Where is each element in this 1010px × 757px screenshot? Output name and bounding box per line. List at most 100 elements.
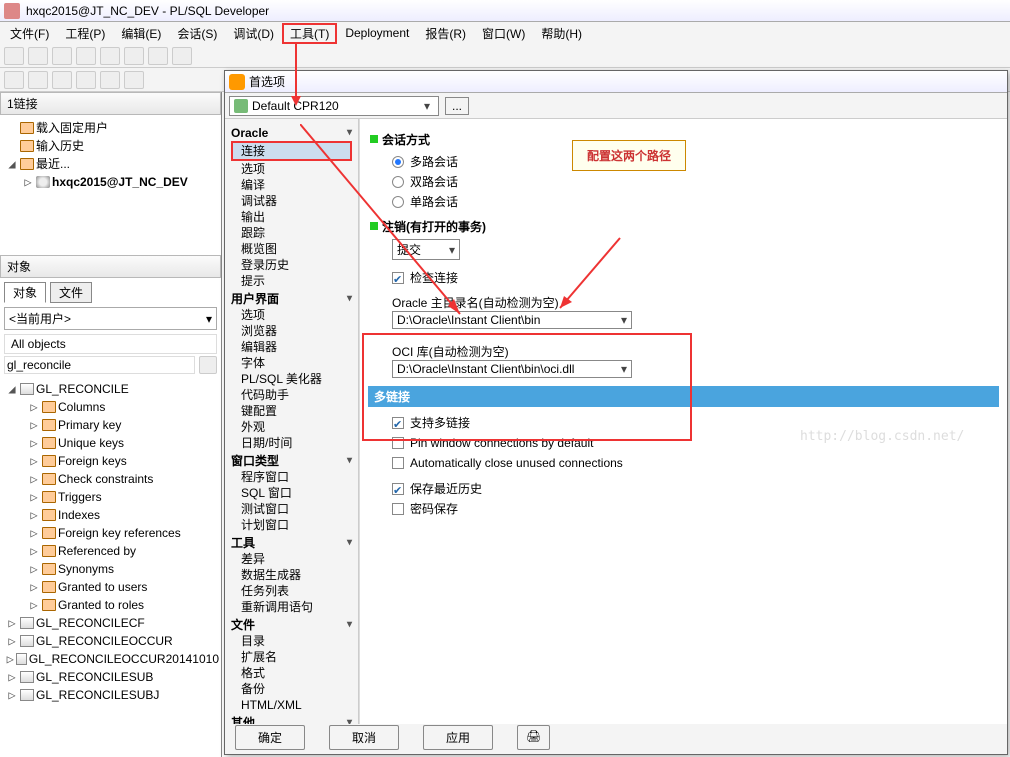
toolbtn[interactable] [100,71,120,89]
cat-profiler[interactable]: 概览图 [231,241,352,257]
tab-files[interactable]: 文件 [50,282,92,303]
toolbtn[interactable] [148,47,168,65]
tree-fk[interactable]: ▷Foreign keys [2,452,219,470]
cat-tools[interactable]: 工具▾ [231,535,352,551]
toolbtn[interactable] [52,47,72,65]
cat-appearance[interactable]: 外观 [231,419,352,435]
tree-table[interactable]: ▷GL_RECONCILESUBJ [2,686,219,704]
cat-loginhist[interactable]: 登录历史 [231,257,352,273]
menu-session[interactable]: 会话(S) [169,23,225,44]
tree-table[interactable]: ▷GL_RECONCILEUNIT [2,704,219,706]
tree-fixed-users[interactable]: 载入固定用户 [2,119,219,137]
radio-multi[interactable]: 多路会话 [392,152,999,172]
cat-connect[interactable]: 连接 [231,141,352,161]
tree-table[interactable]: ▷GL_RECONCILEOCCUR20141010 [2,650,219,668]
chk-pin[interactable]: Pin window connections by default [392,433,999,453]
tree-uk[interactable]: ▷Unique keys [2,434,219,452]
tree-trg[interactable]: ▷Triggers [2,488,219,506]
user-scope-dropdown[interactable]: <当前用户>▾ [4,307,217,330]
cat-htmlxml[interactable]: HTML/XML [231,697,352,713]
toolbtn[interactable] [28,71,48,89]
cat-recall[interactable]: 重新调用语句 [231,599,352,615]
cat-datetime[interactable]: 日期/时间 [231,435,352,451]
more-button[interactable]: ... [445,97,469,115]
toolbtn[interactable] [124,71,144,89]
cat-assist[interactable]: 代码助手 [231,387,352,403]
cat-options[interactable]: 选项 [231,161,352,177]
filter-clear-btn[interactable] [199,356,217,374]
menu-project[interactable]: 工程(P) [57,23,113,44]
toolbtn[interactable] [124,47,144,65]
tree-gtu[interactable]: ▷Granted to users [2,578,219,596]
cat-backup[interactable]: 备份 [231,681,352,697]
chk-keep-recent[interactable]: 保存最近历史 [392,479,999,499]
cat-testwin[interactable]: 测试窗口 [231,501,352,517]
toolbtn[interactable] [52,71,72,89]
tree-recent[interactable]: ◢最近... [2,155,219,173]
menu-report[interactable]: 报告(R) [417,23,474,44]
tree-ck[interactable]: ▷Check constraints [2,470,219,488]
cat-hint[interactable]: 提示 [231,273,352,289]
toolbtn[interactable] [4,71,24,89]
chk-autoclose[interactable]: Automatically close unused connections [392,453,999,473]
help-button[interactable]: 🖨 [517,725,550,750]
cat-dir[interactable]: 目录 [231,633,352,649]
ok-button[interactable]: 确定 [235,725,305,750]
toolbtn[interactable] [172,47,192,65]
cat-keycfg[interactable]: 键配置 [231,403,352,419]
menu-debug[interactable]: 调试(D) [225,23,282,44]
cat-datagen[interactable]: 数据生成器 [231,567,352,583]
toolbtn[interactable] [100,47,120,65]
cat-ext[interactable]: 扩展名 [231,649,352,665]
logout-action-combo[interactable]: 提交▾ [392,239,460,260]
cat-ui[interactable]: 用户界面▾ [231,291,352,307]
menu-help[interactable]: 帮助(H) [533,23,590,44]
tree-syn[interactable]: ▷Synonyms [2,560,219,578]
chk-save-pw[interactable]: 密码保存 [392,499,999,519]
tree-gtr[interactable]: ▷Granted to roles [2,596,219,614]
cat-oracle[interactable]: Oracle▾ [231,125,352,141]
cat-tasklist[interactable]: 任务列表 [231,583,352,599]
cat-diff[interactable]: 差异 [231,551,352,567]
toolbtn[interactable] [4,47,24,65]
oracle-home-combo[interactable]: D:\Oracle\Instant Client\bin▾ [392,311,632,329]
cat-beaut[interactable]: PL/SQL 美化器 [231,371,352,387]
cancel-button[interactable]: 取消 [329,725,399,750]
tree-columns[interactable]: ▷Columns [2,398,219,416]
cat-sqlwin[interactable]: SQL 窗口 [231,485,352,501]
tree-connection[interactable]: ▷hxqc2015@JT_NC_DEV [2,173,219,191]
menu-deployment[interactable]: Deployment [337,24,417,42]
tree-fkref[interactable]: ▷Foreign key references [2,524,219,542]
toolbtn[interactable] [76,47,96,65]
toolbtn[interactable] [76,71,96,89]
tree-table[interactable]: ▷GL_RECONCILESUB [2,668,219,686]
cat-format[interactable]: 格式 [231,665,352,681]
cat-font[interactable]: 字体 [231,355,352,371]
cat-wintype[interactable]: 窗口类型▾ [231,453,352,469]
cat-output[interactable]: 输出 [231,209,352,225]
tree-pk[interactable]: ▷Primary key [2,416,219,434]
menu-window[interactable]: 窗口(W) [474,23,533,44]
oci-combo[interactable]: D:\Oracle\Instant Client\bin\oci.dll▾ [392,360,632,378]
tree-refby[interactable]: ▷Referenced by [2,542,219,560]
tree-table[interactable]: ▷GL_RECONCILEOCCUR [2,632,219,650]
cat-debugger[interactable]: 调试器 [231,193,352,209]
tree-table[interactable]: ◢GL_RECONCILE [2,380,219,398]
chk-check-conn[interactable]: 检查连接 [392,268,999,288]
apply-button[interactable]: 应用 [423,725,493,750]
cat-editor[interactable]: 编辑器 [231,339,352,355]
cat-progwin[interactable]: 程序窗口 [231,469,352,485]
tab-objects[interactable]: 对象 [4,282,46,303]
profile-combo[interactable]: Default CPR120 ▾ [229,96,439,116]
tree-idx[interactable]: ▷Indexes [2,506,219,524]
chk-support-multi[interactable]: 支持多链接 [392,413,999,433]
cat-trace[interactable]: 跟踪 [231,225,352,241]
filter-input[interactable] [4,356,195,374]
menu-tools[interactable]: 工具(T) [282,23,337,44]
cat-other[interactable]: 其他▾ [231,715,352,724]
cat-compile[interactable]: 编译 [231,177,352,193]
radio-dual[interactable]: 双路会话 [392,172,999,192]
tree-table[interactable]: ▷GL_RECONCILECF [2,614,219,632]
menu-edit[interactable]: 编辑(E) [113,23,169,44]
cat-browser[interactable]: 浏览器 [231,323,352,339]
